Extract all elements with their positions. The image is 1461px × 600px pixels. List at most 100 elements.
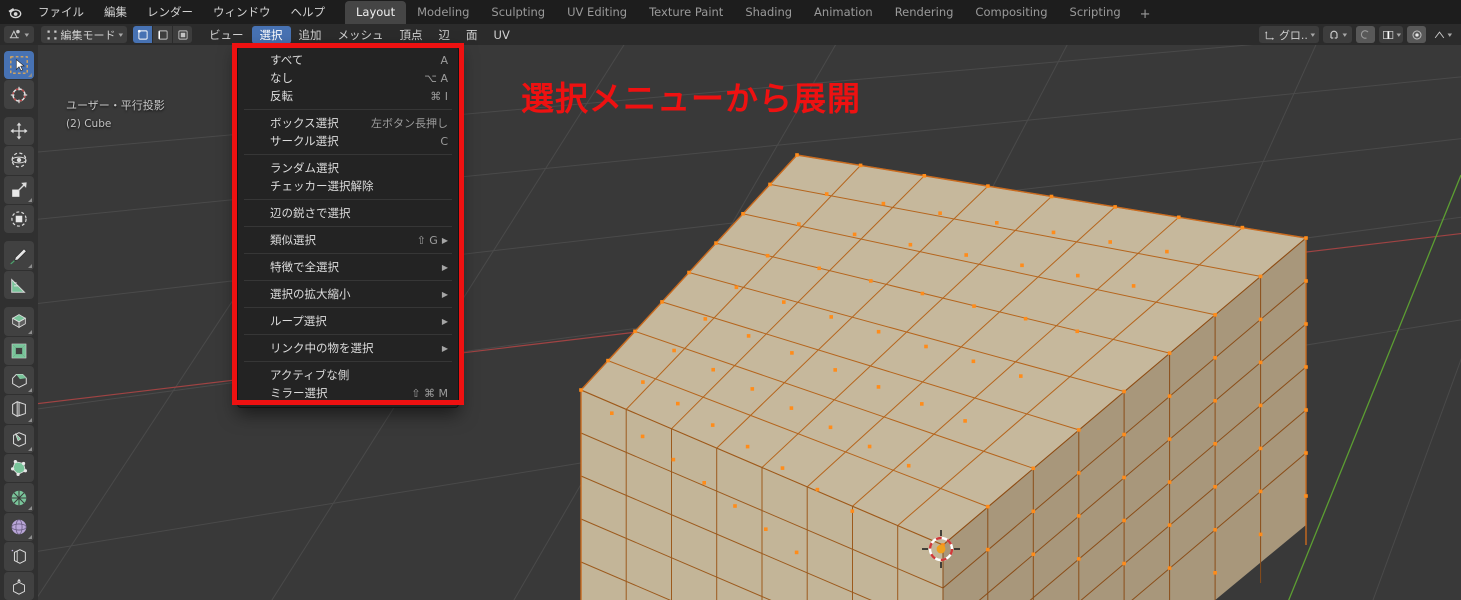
workspace-tab-animation[interactable]: Animation <box>803 1 884 24</box>
viewport-menu-add[interactable]: 追加 <box>291 26 330 44</box>
mesh-visibility-button[interactable]: ▾ <box>1430 26 1455 43</box>
transform-tool[interactable] <box>4 204 34 234</box>
submenu-arrow-icon: ▶ <box>441 262 448 272</box>
menu-item-select-more-less[interactable]: 選択の拡大縮小 ▶ <box>238 285 458 303</box>
snap-button[interactable]: ▾ <box>1323 26 1352 43</box>
select-dropdown-menu[interactable]: すべて A なし ⌥ A 反転 ⌘ I ボックス選択 左ボタン長押し サークル選… <box>237 46 459 408</box>
interaction-mode-selector[interactable]: 編集モード ▾ <box>40 26 128 43</box>
edge-slide-tool[interactable] <box>4 542 34 571</box>
workspace-tab-uv-editing[interactable]: UV Editing <box>556 1 638 24</box>
chevron-down-icon: ▾ <box>1396 30 1402 39</box>
menu-file[interactable]: ファイル <box>28 2 94 22</box>
workspace-tab-compositing[interactable]: Compositing <box>964 1 1058 24</box>
tool-expand-corner[interactable] <box>28 329 32 334</box>
shortcut-label: C <box>440 134 448 148</box>
menu-item-circle-select[interactable]: サークル選択 C <box>238 132 458 150</box>
scale-tool[interactable] <box>4 175 34 204</box>
spin-tool[interactable] <box>4 483 34 512</box>
editor-type-button[interactable]: ▾ <box>4 26 34 43</box>
face-select-mode-button[interactable] <box>173 26 193 43</box>
menu-separator <box>244 334 452 335</box>
mesh-visibility-icon <box>1435 30 1445 38</box>
chevron-down-icon: ▾ <box>1447 30 1453 39</box>
menu-window[interactable]: ウィンドウ <box>203 2 281 22</box>
move-tool[interactable] <box>4 116 34 146</box>
menu-item-checker-deselect[interactable]: チェッカー選択解除 <box>238 177 458 195</box>
menu-item-select-all[interactable]: すべて A <box>238 51 458 69</box>
menu-item-select-random[interactable]: ランダム選択 <box>238 159 458 177</box>
tool-expand-corner[interactable] <box>28 263 32 268</box>
tool-expand-corner[interactable] <box>28 197 32 202</box>
menu-item-select-sharp-edges[interactable]: 辺の鋭さで選択 <box>238 204 458 222</box>
shortcut-label: A <box>440 53 448 67</box>
viewport-menu-group: ビュー 選択 追加 メッシュ 頂点 辺 面 UV <box>201 25 518 44</box>
poly-build-tool[interactable] <box>4 454 34 483</box>
extrude-region-tool[interactable] <box>4 307 34 336</box>
menu-item-select-mirror[interactable]: ミラー選択 ⇧ ⌘ M <box>238 384 458 402</box>
viewport-menu-face[interactable]: 面 <box>458 26 486 44</box>
xray-toggle-icon <box>1412 29 1422 40</box>
menu-item-select-none[interactable]: なし ⌥ A <box>238 69 458 87</box>
tool-expand-corner[interactable] <box>28 505 32 510</box>
tool-expand-corner[interactable] <box>28 447 32 452</box>
workspace-tab-texture-paint[interactable]: Texture Paint <box>638 1 734 24</box>
knife-tool[interactable] <box>4 424 34 454</box>
top-bar: ファイル 編集 レンダー ウィンドウ ヘルプ Layout Modeling S… <box>0 0 1461 24</box>
menu-render[interactable]: レンダー <box>137 2 203 22</box>
menu-item-select-active-side[interactable]: アクティブな側 <box>238 366 458 384</box>
smooth-tool[interactable] <box>4 512 34 542</box>
menu-item-select-all-by-trait[interactable]: 特徴で全選択 ▶ <box>238 258 458 276</box>
viewport-menu-mesh[interactable]: メッシュ <box>330 26 392 44</box>
chevron-down-icon: ▾ <box>24 30 30 39</box>
workspace-tab-sculpting[interactable]: Sculpting <box>480 1 556 24</box>
tool-expand-corner[interactable] <box>28 417 32 422</box>
menu-separator <box>244 361 452 362</box>
menu-item-box-select[interactable]: ボックス選択 左ボタン長押し <box>238 114 458 132</box>
proportional-editing-button[interactable] <box>1355 26 1375 43</box>
xray-toggle-button[interactable] <box>1407 26 1427 43</box>
tool-expand-corner[interactable] <box>28 535 32 540</box>
menu-help[interactable]: ヘルプ <box>281 2 336 22</box>
viewport-menu-view[interactable]: ビュー <box>201 26 252 44</box>
transform-orientation-icon <box>1264 30 1274 40</box>
menu-item-select-loops[interactable]: ループ選択 ▶ <box>238 312 458 330</box>
menu-separator <box>244 199 452 200</box>
workspace-tab-shading[interactable]: Shading <box>734 1 803 24</box>
chevron-down-icon: ▾ <box>1310 30 1315 39</box>
3d-viewport[interactable]: ユーザー・平行投影 (2) Cube <box>0 45 1461 600</box>
shrink-fatten-tool[interactable] <box>4 571 34 600</box>
proportional-falloff-button[interactable]: ▾ <box>1378 26 1404 43</box>
viewport-menu-select[interactable]: 選択 <box>251 25 291 44</box>
tweak-select-box-tool[interactable] <box>4 51 34 80</box>
workspace-tab-scripting[interactable]: Scripting <box>1059 1 1132 24</box>
menu-edit[interactable]: 編集 <box>94 2 137 22</box>
chevron-down-icon: ▾ <box>117 30 123 39</box>
viewport-canvas <box>0 45 1461 600</box>
rotate-tool[interactable] <box>4 146 34 175</box>
workspace-tab-layout[interactable]: Layout <box>345 1 407 24</box>
blender-window: ファイル 編集 レンダー ウィンドウ ヘルプ Layout Modeling S… <box>0 0 1461 600</box>
transform-orientation-button[interactable]: グロ.. ▾ <box>1258 26 1320 43</box>
mesh-select-mode-group <box>133 26 193 43</box>
workspace-tab-modeling[interactable]: Modeling <box>406 1 480 24</box>
blender-logo-icon[interactable] <box>0 0 28 24</box>
viewport-menu-edge[interactable]: 辺 <box>431 26 459 44</box>
inset-faces-tool[interactable] <box>4 336 34 365</box>
menu-item-select-similar[interactable]: 類似選択 ⇧ G ▶ <box>238 231 458 249</box>
add-workspace-button[interactable]: + <box>1132 5 1159 24</box>
edge-select-mode-button[interactable] <box>153 26 173 43</box>
vertex-select-mode-button[interactable] <box>133 26 153 43</box>
menu-separator <box>244 253 452 254</box>
menu-item-invert-selection[interactable]: 反転 ⌘ I <box>238 87 458 105</box>
loop-cut-tool[interactable] <box>4 395 34 424</box>
tool-expand-corner[interactable] <box>28 73 32 78</box>
viewport-menu-uv[interactable]: UV <box>486 26 518 44</box>
cursor-tool[interactable] <box>4 80 34 109</box>
viewport-menu-vertex[interactable]: 頂点 <box>392 26 431 44</box>
tool-expand-corner[interactable] <box>28 388 32 393</box>
annotate-tool[interactable] <box>4 241 34 270</box>
measure-tool[interactable] <box>4 270 34 300</box>
workspace-tab-rendering[interactable]: Rendering <box>884 1 965 24</box>
bevel-tool[interactable] <box>4 365 34 395</box>
menu-item-select-linked[interactable]: リンク中の物を選択 ▶ <box>238 339 458 357</box>
